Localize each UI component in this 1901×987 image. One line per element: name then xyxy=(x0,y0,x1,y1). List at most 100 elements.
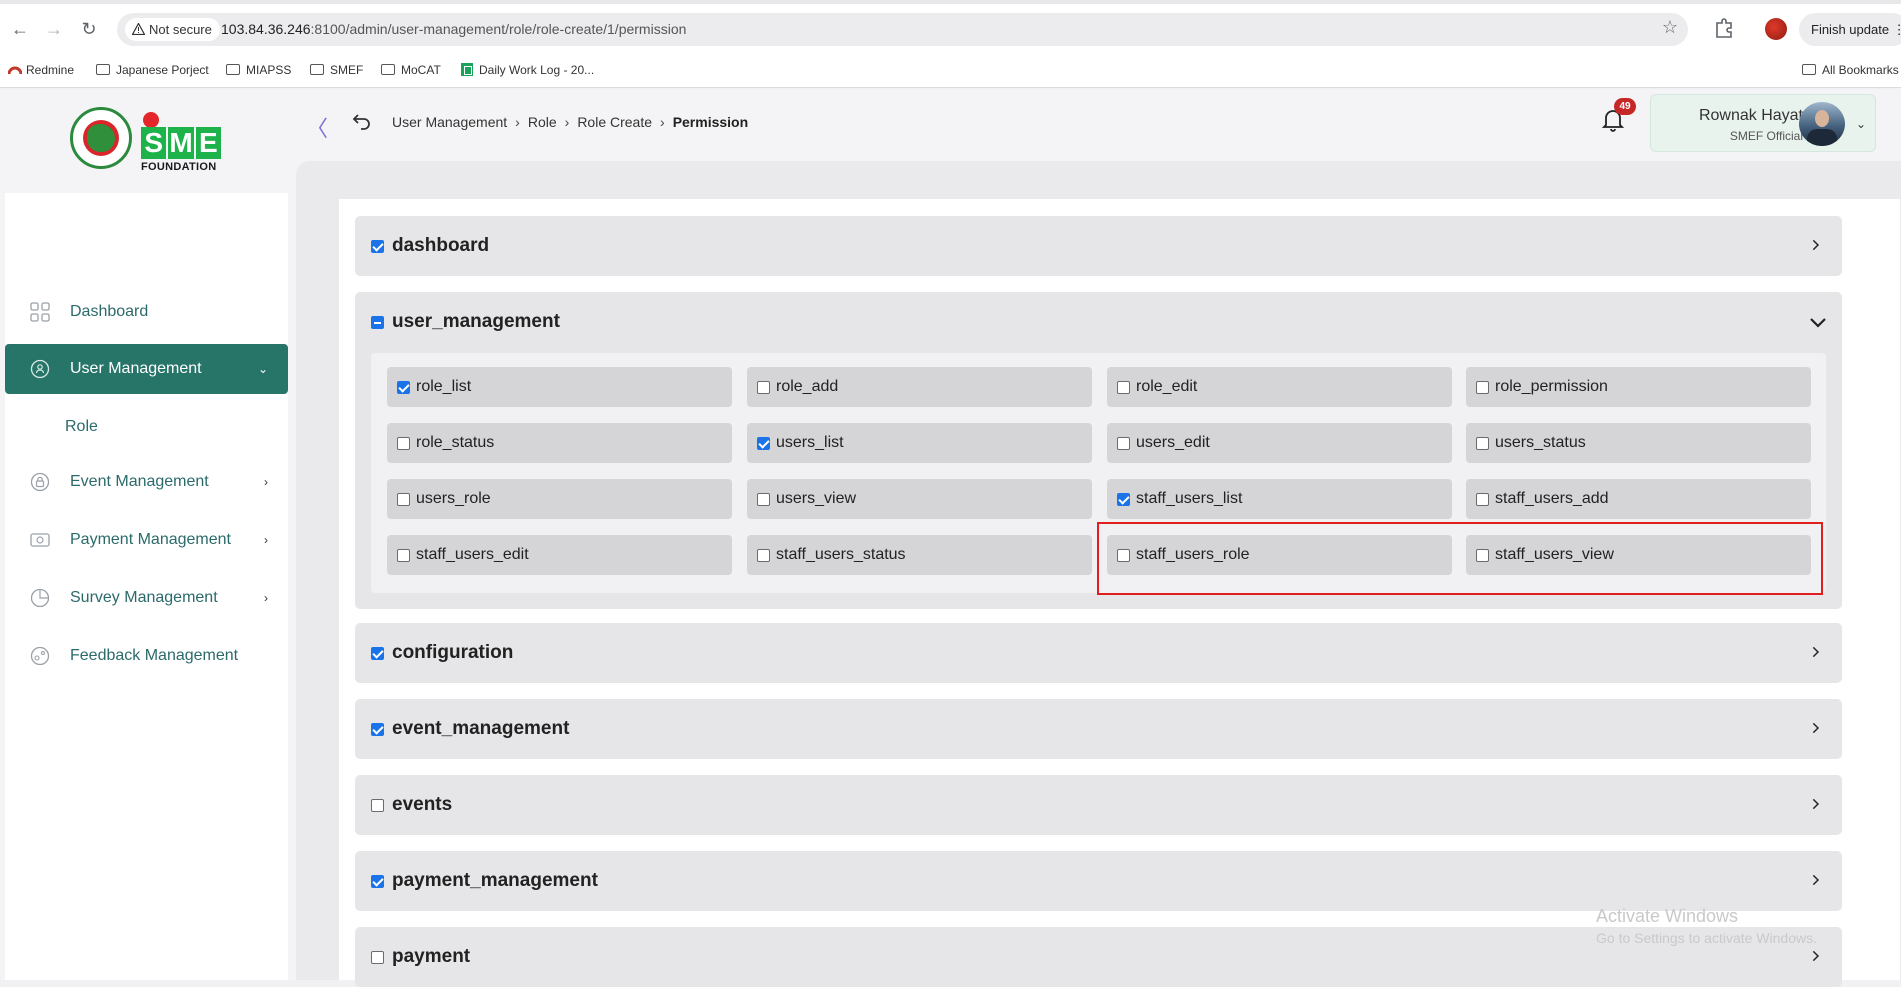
section-4[interactable]: events xyxy=(355,775,1842,835)
user-shield-icon xyxy=(30,359,50,379)
permission-checkbox[interactable] xyxy=(757,493,770,506)
sidebar-item-dashboard[interactable]: Dashboard xyxy=(5,287,288,337)
permission-checkbox[interactable] xyxy=(397,493,410,506)
chevron-right-icon[interactable] xyxy=(1812,795,1824,813)
section-checkbox[interactable] xyxy=(371,240,384,253)
permission-checkbox[interactable] xyxy=(757,381,770,394)
sidebar-item-event-management[interactable]: Event Management › xyxy=(5,457,288,507)
section-checkbox[interactable] xyxy=(371,723,384,736)
back-arrow-icon[interactable]: ← xyxy=(8,17,32,41)
permission-item[interactable]: role_add xyxy=(747,367,1092,407)
permission-checkbox[interactable] xyxy=(1476,381,1489,394)
breadcrumb-role-create[interactable]: Role Create xyxy=(577,114,652,130)
bookmark-star-icon[interactable]: ☆ xyxy=(1662,17,1678,38)
sidebar-item-payment-management[interactable]: Payment Management › xyxy=(5,515,288,565)
chevron-right-icon[interactable] xyxy=(1812,236,1824,254)
breadcrumb-role[interactable]: Role xyxy=(528,114,557,130)
permission-checkbox[interactable] xyxy=(1117,493,1130,506)
chevron-down-icon: ⌄ xyxy=(257,362,268,376)
chevron-right-icon[interactable] xyxy=(1812,947,1824,965)
bookmark-daily-work-log[interactable]: Daily Work Log - 20... xyxy=(461,63,594,77)
forward-arrow-icon[interactable]: → xyxy=(42,17,66,41)
extensions-icon[interactable] xyxy=(1713,17,1735,39)
bookmark-mocat[interactable]: MoCAT xyxy=(381,63,441,77)
breadcrumb-user-management[interactable]: User Management xyxy=(392,114,507,130)
security-label: Not secure xyxy=(149,22,212,37)
chevron-right-icon[interactable] xyxy=(1812,871,1824,889)
pie-chart-icon xyxy=(30,588,50,608)
section-checkbox[interactable] xyxy=(371,875,384,888)
permission-item[interactable]: role_permission xyxy=(1466,367,1811,407)
notification-badge: 49 xyxy=(1614,98,1636,115)
chevron-right-icon: › xyxy=(564,114,570,130)
user-menu[interactable]: Rownak Hayat SMEF Official ⌄ xyxy=(1650,94,1876,152)
bookmark-redmine[interactable]: Redmine xyxy=(8,63,74,77)
logo[interactable]: S M E FOUNDATION xyxy=(70,107,230,173)
permission-checkbox[interactable] xyxy=(757,437,770,450)
profile-avatar-icon[interactable] xyxy=(1765,18,1787,40)
section-5[interactable]: payment_management xyxy=(355,851,1842,911)
permission-checkbox[interactable] xyxy=(397,381,410,394)
permission-label: staff_users_status xyxy=(776,546,906,563)
section-0[interactable]: dashboard xyxy=(355,216,1842,276)
avatar xyxy=(1799,102,1845,146)
permission-checkbox[interactable] xyxy=(397,437,410,450)
permission-item[interactable]: staff_users_add xyxy=(1466,479,1811,519)
section-checkbox[interactable] xyxy=(371,799,384,812)
permission-item[interactable]: role_list xyxy=(387,367,732,407)
chevron-right-icon[interactable] xyxy=(1812,719,1824,737)
permission-label: role_add xyxy=(776,378,839,395)
redmine-icon xyxy=(8,66,22,75)
permission-item[interactable]: role_status xyxy=(387,423,732,463)
logo-letter: S xyxy=(141,127,167,159)
sidebar-subitem-role[interactable]: Role xyxy=(65,418,98,436)
sidebar: S M E FOUNDATION Dashboard User Manageme… xyxy=(0,89,296,980)
chevron-down-icon: ⌄ xyxy=(1855,117,1866,131)
permission-item[interactable]: role_edit xyxy=(1107,367,1452,407)
security-chip[interactable]: Not secure xyxy=(125,18,220,41)
permission-checkbox[interactable] xyxy=(1476,437,1489,450)
permission-label: role_permission xyxy=(1495,378,1608,395)
url-text[interactable]: 103.84.36.246:8100/admin/user-management… xyxy=(221,21,686,37)
bookmark-label: MoCAT xyxy=(401,63,441,77)
permission-item[interactable]: staff_users_edit xyxy=(387,535,732,575)
chevron-down-icon[interactable] xyxy=(1809,314,1827,332)
permission-label: users_status xyxy=(1495,434,1586,451)
chevron-right-icon[interactable] xyxy=(1812,643,1824,661)
permission-checkbox[interactable] xyxy=(1117,437,1130,450)
finish-update-button[interactable]: Finish update ⋮ xyxy=(1799,13,1901,46)
bookmark-miapss[interactable]: MIAPSS xyxy=(226,63,291,77)
section-checkbox[interactable] xyxy=(371,316,384,329)
bookmark-japanese-porject[interactable]: Japanese Porject xyxy=(96,63,209,77)
collapse-sidebar-icon[interactable]: 〈 xyxy=(306,111,328,143)
section-title: event_management xyxy=(392,718,570,739)
reload-icon[interactable]: ↻ xyxy=(77,17,101,41)
permission-item[interactable]: users_list xyxy=(747,423,1092,463)
permission-checkbox[interactable] xyxy=(1117,381,1130,394)
bookmark-smef[interactable]: SMEF xyxy=(310,63,363,77)
folder-icon xyxy=(381,64,395,75)
permission-checkbox[interactable] xyxy=(757,549,770,562)
section-3[interactable]: event_management xyxy=(355,699,1842,759)
permission-item[interactable]: users_role xyxy=(387,479,732,519)
section-checkbox[interactable] xyxy=(371,647,384,660)
permission-label: users_edit xyxy=(1136,434,1210,451)
section-2[interactable]: configuration xyxy=(355,623,1842,683)
section-checkbox[interactable] xyxy=(371,951,384,964)
sidebar-subitem-label: Role xyxy=(65,418,98,435)
permission-checkbox[interactable] xyxy=(1476,493,1489,506)
sidebar-item-user-management[interactable]: User Management ⌄ xyxy=(5,344,288,394)
undo-back-icon[interactable] xyxy=(352,111,372,131)
permission-item[interactable]: users_view xyxy=(747,479,1092,519)
permission-item[interactable]: staff_users_status xyxy=(747,535,1092,575)
permission-item[interactable]: users_status xyxy=(1466,423,1811,463)
bookmark-all-bookmarks[interactable]: All Bookmarks xyxy=(1802,63,1899,77)
bookmark-label: SMEF xyxy=(330,63,364,77)
sidebar-item-feedback-management[interactable]: Feedback Management xyxy=(5,631,288,681)
address-bar[interactable]: Not secure 103.84.36.246:8100/admin/user… xyxy=(117,13,1688,46)
sidebar-item-survey-management[interactable]: Survey Management › xyxy=(5,573,288,623)
permission-item[interactable]: staff_users_list xyxy=(1107,479,1452,519)
permission-checkbox[interactable] xyxy=(397,549,410,562)
section-title: dashboard xyxy=(392,235,490,256)
permission-item[interactable]: users_edit xyxy=(1107,423,1452,463)
